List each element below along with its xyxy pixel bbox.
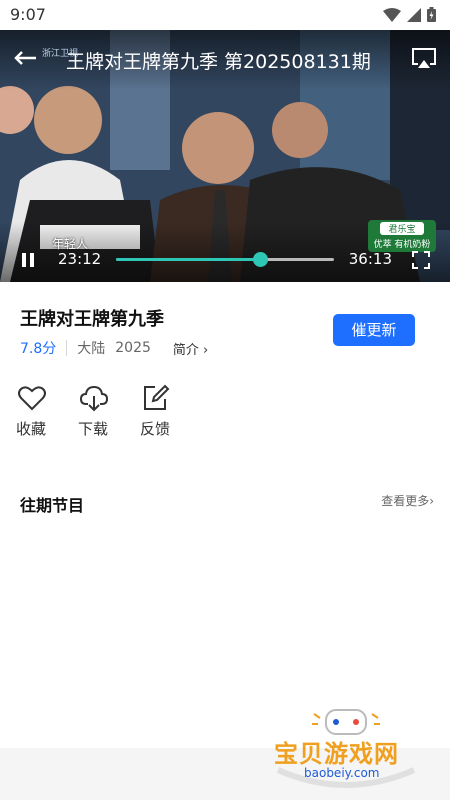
meta-row: 7.8分 大陆 2025 简介 ›: [20, 338, 208, 358]
episodes-section-title: 往期节目: [20, 496, 85, 515]
signal-icon: [407, 7, 421, 22]
meta-divider: [66, 340, 68, 356]
status-bar: 9:07: [0, 0, 450, 30]
favorite-action[interactable]: 收藏: [16, 384, 78, 439]
download-label: 下载: [78, 420, 109, 438]
total-time: 36:13: [348, 250, 392, 268]
pause-icon[interactable]: [20, 252, 36, 268]
intro-link[interactable]: 简介 ›: [173, 339, 208, 358]
watermark-url: baobeiy.com: [304, 766, 380, 780]
download-action[interactable]: 下载: [78, 384, 140, 439]
region: 大陆: [77, 341, 106, 357]
current-time: 23:12: [58, 250, 102, 268]
status-icons: [383, 7, 436, 22]
feedback-label: 反馈: [140, 420, 171, 438]
video-player[interactable]: 浙江卫视 王牌对王牌第九季 第202508131期 年轻人 君乐宝 优萃 有机奶…: [0, 30, 450, 282]
battery-icon: [427, 7, 436, 22]
feedback-action[interactable]: 反馈: [140, 384, 202, 439]
watermark: 宝贝游戏网 baobeiy.com: [268, 700, 424, 794]
year: 2025: [115, 340, 151, 356]
watermark-text: 宝贝游戏网: [274, 740, 399, 768]
progress-thumb[interactable]: [252, 252, 268, 267]
show-title: 王牌对王牌第九季: [20, 309, 164, 330]
cloud-download-icon: [79, 385, 109, 412]
cast-icon[interactable]: [410, 46, 438, 70]
wifi-icon: [383, 7, 401, 22]
rating: 7.8分: [20, 341, 57, 357]
edit-icon: [144, 384, 170, 410]
progress-bar[interactable]: [116, 252, 334, 267]
heart-icon: [18, 386, 46, 411]
sponsor-brand: 君乐宝: [380, 222, 424, 235]
video-title: 王牌对王牌第九季 第202508131期: [66, 51, 371, 73]
player-controls: 23:12 36:13: [0, 246, 450, 274]
fullscreen-icon[interactable]: [412, 251, 430, 269]
progress-fill: [116, 258, 260, 261]
favorite-label: 收藏: [16, 420, 47, 438]
request-update-button[interactable]: 催更新: [333, 314, 415, 346]
action-row: 收藏 下载 反馈: [16, 384, 202, 439]
status-time: 9:07: [10, 5, 46, 24]
view-more-link[interactable]: 查看更多›: [381, 492, 434, 509]
